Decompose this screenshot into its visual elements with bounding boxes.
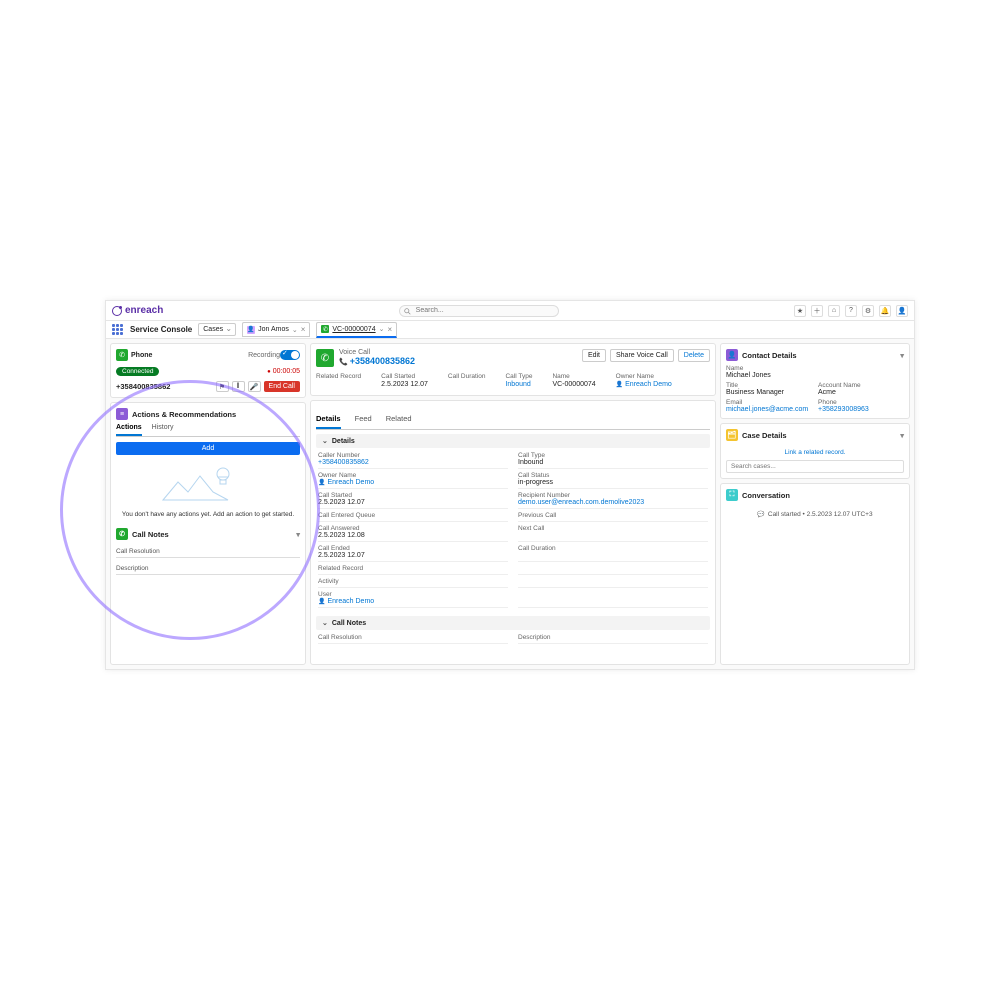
contact-icon: 👤 (726, 349, 738, 361)
topbar: enreach ★ ＋ ⌂ ? ⚙ 🔔 👤 (106, 301, 914, 321)
tab-history[interactable]: History (152, 424, 174, 436)
case-icon: 🗂 (726, 429, 738, 441)
fullscreen-icon: ⛶ (726, 489, 738, 501)
chevron-down-icon[interactable]: ▾ (900, 431, 904, 440)
logo-mark-icon (112, 306, 122, 316)
voice-call-header-card: ✆ Voice Call +358400835862 Edit Share Vo… (310, 343, 716, 396)
favorite-icon[interactable]: ★ (794, 305, 806, 317)
caller-number: +358400835862 (116, 382, 170, 391)
delete-button[interactable]: Delete (678, 349, 710, 362)
tab-label: VC-00000074 (332, 326, 375, 333)
conversation-event: Call started • 2.5.2023 12.07 UTC+3 (726, 505, 904, 524)
end-call-button[interactable]: End Call (264, 381, 300, 392)
pause-button[interactable]: ‖ (232, 381, 245, 392)
conversation-title: Conversation (742, 491, 790, 500)
voice-call-summary: Related Record Call Started2.5.2023 12.0… (316, 367, 710, 390)
global-search-input[interactable] (399, 305, 559, 317)
tab-label: Jon Amos (258, 326, 289, 333)
call-notes-title: Call Notes (132, 530, 169, 539)
owner-link[interactable]: Enreach Demo (616, 381, 672, 388)
phone-card: ✆ Phone Recording Connected 00:00:05 +35… (110, 343, 306, 398)
app-window: enreach ★ ＋ ⌂ ? ⚙ 🔔 👤 Service Console Ca… (105, 300, 915, 670)
home-icon[interactable]: ⌂ (828, 305, 840, 317)
actions-icon: ≡ (116, 408, 128, 420)
contact-icon: 👤 (247, 326, 255, 334)
call-notes-section-toggle[interactable]: Call Notes (316, 616, 710, 630)
recording-toggle[interactable] (280, 350, 300, 360)
phone-icon: ✆ (316, 349, 334, 367)
flag-button[interactable]: ⚑ (216, 381, 229, 392)
middle-column: ✆ Voice Call +358400835862 Edit Share Vo… (310, 343, 716, 665)
recording-label: Recording (248, 352, 280, 359)
app-name: Service Console (130, 325, 192, 334)
caller-number-link[interactable]: +358400835862 (318, 459, 508, 466)
close-icon[interactable]: × (387, 325, 392, 334)
chevron-down-icon[interactable]: ▾ (900, 351, 904, 360)
phone-title: Phone (131, 352, 152, 359)
case-details-title: Case Details (742, 431, 787, 440)
share-button[interactable]: Share Voice Call (610, 349, 674, 362)
right-column: 👤 Contact Details ▾ NameMichael Jones Ti… (720, 343, 910, 665)
chevron-down-icon[interactable]: ⌄ (292, 326, 298, 334)
case-search-input[interactable] (726, 460, 904, 473)
help-icon[interactable]: ? (845, 305, 857, 317)
phone-icon: ✆ (116, 349, 128, 361)
voice-call-detail-card: Details Feed Related Details Caller Numb… (310, 400, 716, 665)
tab-related[interactable]: Related (386, 410, 412, 429)
search-icon (404, 308, 411, 315)
tab-actions[interactable]: Actions (116, 424, 142, 436)
user-link[interactable]: Enreach Demo (318, 598, 508, 605)
voice-call-number: +358400835862 (339, 356, 415, 366)
details-grid: Caller Number+358400835862 Call TypeInbo… (316, 448, 710, 612)
close-icon[interactable]: × (301, 325, 306, 334)
edit-button[interactable]: Edit (582, 349, 606, 362)
empty-text: You don't have any actions yet. Add an a… (116, 511, 300, 518)
actions-title: Actions & Recommendations (132, 410, 236, 419)
details-section-toggle[interactable]: Details (316, 434, 710, 448)
status-badge: Connected (116, 367, 159, 376)
top-actions: ★ ＋ ⌂ ? ⚙ 🔔 👤 (794, 305, 908, 317)
brand-logo: enreach (112, 305, 163, 316)
brand-name: enreach (125, 305, 163, 316)
call-resolution-field[interactable]: Call Resolution (116, 544, 300, 558)
tab-voice-call[interactable]: ✆ VC-00000074 ⌄ × (316, 322, 397, 338)
navbar: Service Console Cases 👤 Jon Amos ⌄ × ✆ V… (106, 321, 914, 339)
description-field[interactable]: Description (116, 561, 300, 575)
mute-button[interactable]: 🎤 (248, 381, 261, 392)
contact-details-title: Contact Details (742, 351, 797, 360)
app-launcher-icon[interactable] (112, 324, 124, 336)
case-details-card: 🗂 Case Details ▾ Link a related record. (720, 423, 910, 479)
tab-jon-amos[interactable]: 👤 Jon Amos ⌄ × (242, 322, 310, 337)
object-selector[interactable]: Cases (198, 323, 236, 336)
chevron-down-icon[interactable]: ⌄ (379, 325, 385, 333)
add-icon[interactable]: ＋ (811, 305, 823, 317)
add-button[interactable]: Add (116, 442, 300, 455)
tab-feed[interactable]: Feed (355, 410, 372, 429)
link-related-record[interactable]: Link a related record. (726, 445, 904, 460)
chevron-down-icon[interactable]: ▾ (296, 530, 300, 539)
tab-details[interactable]: Details (316, 410, 341, 429)
settings-icon[interactable]: ⚙ (862, 305, 874, 317)
workspace: ✆ Phone Recording Connected 00:00:05 +35… (106, 339, 914, 669)
phone-link[interactable]: +358293008963 (818, 406, 904, 413)
actions-card: ≡ Actions & Recommendations Actions Hist… (110, 402, 306, 665)
contact-details-card: 👤 Contact Details ▾ NameMichael Jones Ti… (720, 343, 910, 419)
conversation-card: ⛶ Conversation Call started • 2.5.2023 1… (720, 483, 910, 665)
notes-icon: ✆ (116, 528, 128, 540)
owner-link[interactable]: Enreach Demo (318, 479, 508, 486)
phone-icon: ✆ (321, 325, 329, 333)
empty-illustration (116, 459, 300, 507)
email-link[interactable]: michael.jones@acme.com (726, 406, 812, 413)
avatar-icon[interactable]: 👤 (896, 305, 908, 317)
left-column: ✆ Phone Recording Connected 00:00:05 +35… (110, 343, 306, 665)
recipient-link[interactable]: demo.user@enreach.com.demolive2023 (518, 499, 708, 506)
global-search-wrap (399, 305, 559, 317)
call-timer: 00:00:05 (267, 368, 300, 375)
notifications-icon[interactable]: 🔔 (879, 305, 891, 317)
voice-call-label: Voice Call (339, 349, 415, 356)
